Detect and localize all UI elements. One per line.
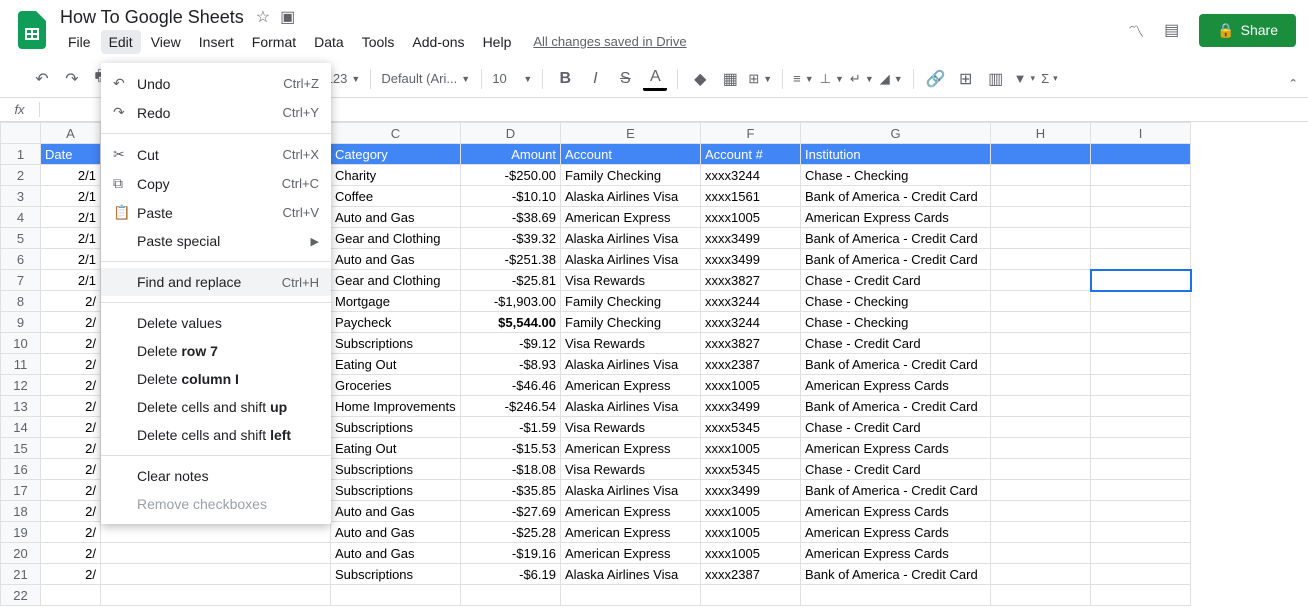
col-header-G[interactable]: G bbox=[801, 123, 991, 144]
row-header-9[interactable]: 9 bbox=[1, 312, 41, 333]
comment-icon[interactable]: ▤ bbox=[1164, 20, 1179, 40]
cell[interactable]: Date bbox=[41, 144, 101, 165]
row-header-1[interactable]: 1 bbox=[1, 144, 41, 165]
sheets-logo[interactable] bbox=[12, 10, 52, 50]
menu-delete-column[interactable]: Delete column I bbox=[101, 365, 331, 393]
strike-button[interactable]: S bbox=[613, 67, 637, 91]
functions-dropdown[interactable]: Σ▾ bbox=[1041, 71, 1058, 86]
bold-button[interactable]: B bbox=[553, 67, 577, 91]
menu-delete-values[interactable]: Delete values bbox=[101, 309, 331, 337]
cut-icon: ✂ bbox=[113, 146, 137, 163]
menu-add-ons[interactable]: Add-ons bbox=[404, 30, 472, 54]
row-header-16[interactable]: 16 bbox=[1, 459, 41, 480]
menu-copy[interactable]: ⧉CopyCtrl+C bbox=[101, 169, 331, 198]
menu-find-replace[interactable]: Find and replaceCtrl+H bbox=[101, 268, 331, 296]
col-header-A[interactable]: A bbox=[41, 123, 101, 144]
row-header-8[interactable]: 8 bbox=[1, 291, 41, 312]
row-header-4[interactable]: 4 bbox=[1, 207, 41, 228]
col-header-H[interactable]: H bbox=[991, 123, 1091, 144]
table-row[interactable]: 202/Auto and Gas-$19.16American Expressx… bbox=[1, 543, 1191, 564]
menu-tools[interactable]: Tools bbox=[354, 30, 403, 54]
row-header-6[interactable]: 6 bbox=[1, 249, 41, 270]
menu-insert[interactable]: Insert bbox=[191, 30, 242, 54]
menu-view[interactable]: View bbox=[143, 30, 189, 54]
col-header-C[interactable]: C bbox=[331, 123, 461, 144]
fill-color-button[interactable]: ◆ bbox=[688, 67, 712, 91]
row-header-7[interactable]: 7 bbox=[1, 270, 41, 291]
menu-delete-shift-up[interactable]: Delete cells and shift up bbox=[101, 393, 331, 421]
row-header-2[interactable]: 2 bbox=[1, 165, 41, 186]
row-header-21[interactable]: 21 bbox=[1, 564, 41, 585]
copy-icon: ⧉ bbox=[113, 175, 137, 192]
font-dropdown[interactable]: Default (Ari...▼ bbox=[381, 71, 471, 86]
halign-dropdown[interactable]: ≡▼ bbox=[793, 71, 814, 86]
borders-button[interactable]: ▦ bbox=[718, 67, 742, 91]
col-header-F[interactable]: F bbox=[701, 123, 801, 144]
menu-paste[interactable]: 📋PasteCtrl+V bbox=[101, 198, 331, 227]
menu-cut[interactable]: ✂CutCtrl+X bbox=[101, 140, 331, 169]
share-label: Share bbox=[1241, 22, 1278, 38]
italic-button[interactable]: I bbox=[583, 67, 607, 91]
filter-dropdown[interactable]: ▼▾ bbox=[1014, 71, 1035, 86]
comment-button[interactable]: ⊞ bbox=[954, 67, 978, 91]
col-header-E[interactable]: E bbox=[561, 123, 701, 144]
redo-button[interactable]: ↷ bbox=[60, 67, 84, 91]
menu-help[interactable]: Help bbox=[475, 30, 520, 54]
menu-undo[interactable]: ↶UndoCtrl+Z bbox=[101, 69, 331, 98]
row-header-20[interactable]: 20 bbox=[1, 543, 41, 564]
row-header-12[interactable]: 12 bbox=[1, 375, 41, 396]
menu-paste-special[interactable]: Paste special▶ bbox=[101, 227, 331, 255]
table-row[interactable]: 192/Auto and Gas-$25.28American Expressx… bbox=[1, 522, 1191, 543]
row-header-22[interactable]: 22 bbox=[1, 585, 41, 606]
menubar: FileEditViewInsertFormatDataToolsAdd-ons… bbox=[52, 28, 687, 54]
row-header-11[interactable]: 11 bbox=[1, 354, 41, 375]
link-button[interactable]: 🔗 bbox=[924, 67, 948, 91]
row-header-5[interactable]: 5 bbox=[1, 228, 41, 249]
rotate-dropdown[interactable]: ◢▼ bbox=[880, 71, 903, 87]
menu-edit[interactable]: Edit bbox=[101, 30, 141, 54]
menu-data[interactable]: Data bbox=[306, 30, 352, 54]
row-header-19[interactable]: 19 bbox=[1, 522, 41, 543]
save-status[interactable]: All changes saved in Drive bbox=[533, 34, 686, 49]
collapse-toolbar-icon[interactable]: ˆ bbox=[1291, 78, 1296, 96]
merge-dropdown[interactable]: ⊞▼ bbox=[748, 71, 772, 87]
row-header-3[interactable]: 3 bbox=[1, 186, 41, 207]
fontsize-dropdown[interactable]: 10▼ bbox=[492, 71, 532, 86]
undo-button[interactable]: ↶ bbox=[30, 67, 54, 91]
valign-dropdown[interactable]: ⊥▼ bbox=[820, 71, 844, 87]
redo-icon: ↷ bbox=[113, 104, 137, 121]
star-icon[interactable]: ☆ bbox=[256, 7, 270, 27]
row-header-17[interactable]: 17 bbox=[1, 480, 41, 501]
selected-cell bbox=[1091, 270, 1191, 291]
menu-delete-shift-left[interactable]: Delete cells and shift left bbox=[101, 421, 331, 449]
menu-clear-notes[interactable]: Clear notes bbox=[101, 462, 331, 490]
chart-button[interactable]: ▥ bbox=[984, 67, 1008, 91]
col-header-D[interactable]: D bbox=[461, 123, 561, 144]
row-header-14[interactable]: 14 bbox=[1, 417, 41, 438]
table-row[interactable]: 212/Subscriptions-$6.19Alaska Airlines V… bbox=[1, 564, 1191, 585]
menu-format[interactable]: Format bbox=[244, 30, 304, 54]
row-header-13[interactable]: 13 bbox=[1, 396, 41, 417]
move-icon[interactable]: ▣ bbox=[280, 7, 295, 27]
submenu-arrow-icon: ▶ bbox=[311, 235, 319, 248]
share-button[interactable]: 🔒 Share bbox=[1199, 14, 1296, 47]
menu-delete-row[interactable]: Delete row 7 bbox=[101, 337, 331, 365]
select-all-cell[interactable] bbox=[1, 123, 41, 144]
menu-file[interactable]: File bbox=[60, 30, 99, 54]
edit-menu: ↶UndoCtrl+Z ↷RedoCtrl+Y ✂CutCtrl+X ⧉Copy… bbox=[101, 63, 331, 524]
row-header-10[interactable]: 10 bbox=[1, 333, 41, 354]
activity-icon[interactable]: 〽 bbox=[1128, 18, 1144, 42]
col-header-I[interactable]: I bbox=[1091, 123, 1191, 144]
text-color-button[interactable]: A bbox=[643, 67, 667, 91]
row-header-15[interactable]: 15 bbox=[1, 438, 41, 459]
paste-icon: 📋 bbox=[113, 204, 137, 221]
row-header-18[interactable]: 18 bbox=[1, 501, 41, 522]
fx-label: fx bbox=[0, 102, 40, 117]
doc-title[interactable]: How To Google Sheets bbox=[60, 7, 244, 28]
wrap-dropdown[interactable]: ↵▼ bbox=[850, 71, 874, 87]
lock-icon: 🔒 bbox=[1217, 22, 1234, 39]
menu-remove-checkboxes[interactable]: Remove checkboxes bbox=[101, 490, 331, 518]
menu-redo[interactable]: ↷RedoCtrl+Y bbox=[101, 98, 331, 127]
undo-icon: ↶ bbox=[113, 75, 137, 92]
